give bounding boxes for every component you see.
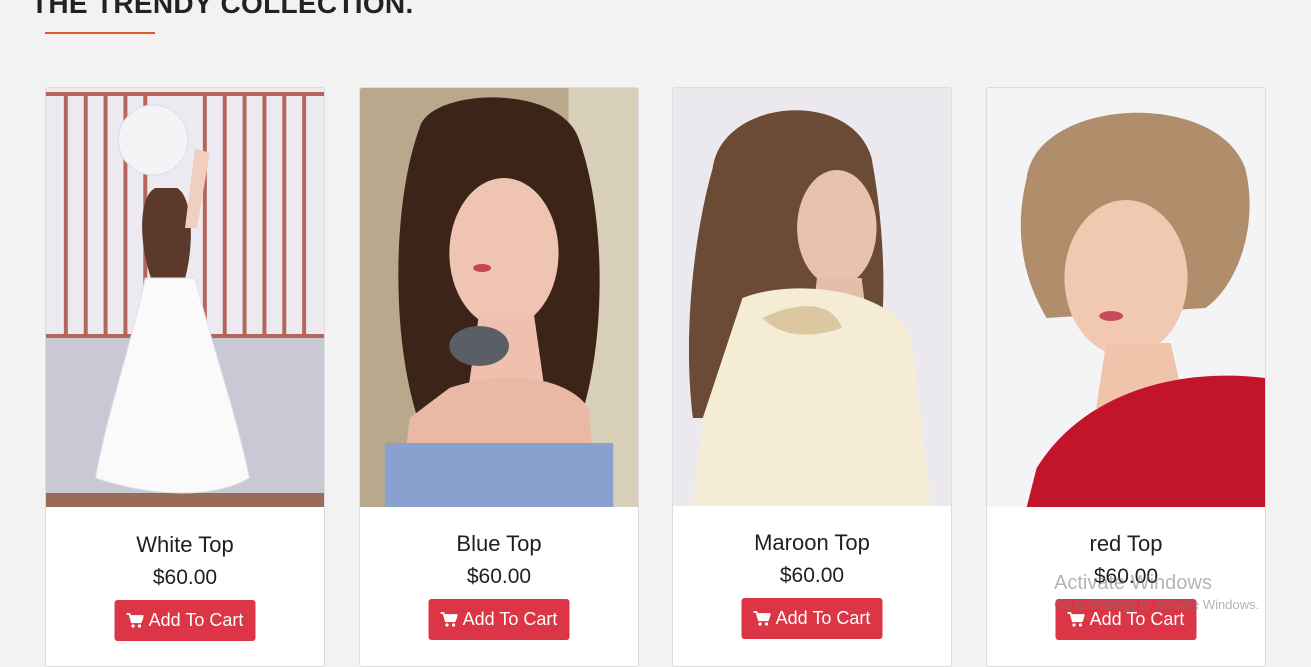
product-name: red Top <box>1089 531 1163 556</box>
add-to-cart-label: Add To Cart <box>148 610 244 630</box>
add-to-cart-button[interactable]: Add To Cart <box>1055 599 1197 640</box>
product-image-maroon-top[interactable] <box>673 88 951 506</box>
add-to-cart-label: Add To Cart <box>462 609 558 629</box>
product-card-red-top: red Top $60.00 Add To Cart <box>986 87 1266 667</box>
product-card-blue-top: Blue Top $60.00 Add To Cart <box>359 87 639 667</box>
shopping-cart-icon <box>1067 612 1085 627</box>
product-image-white-top[interactable] <box>46 88 324 507</box>
product-image-red-top[interactable] <box>987 88 1265 507</box>
product-price: $60.00 <box>1093 565 1159 588</box>
product-price: $60.00 <box>152 566 218 589</box>
product-name: White Top <box>136 532 234 557</box>
add-to-cart-button[interactable]: Add To Cart <box>428 599 570 640</box>
shopping-cart-icon <box>440 612 458 627</box>
product-name: Maroon Top <box>754 530 870 555</box>
shopping-cart-icon <box>126 613 144 628</box>
product-image-blue-top[interactable] <box>360 88 638 507</box>
section-title: THE TRENDY COLLECTION. <box>31 0 414 19</box>
product-price: $60.00 <box>779 564 845 587</box>
add-to-cart-button[interactable]: Add To Cart <box>741 598 883 639</box>
add-to-cart-button[interactable]: Add To Cart <box>114 600 256 641</box>
product-card-maroon-top: Maroon Top $60.00 Add To Cart <box>672 87 952 667</box>
product-price: $60.00 <box>466 565 532 588</box>
product-card-white-top: White Top $60.00 Add To Cart <box>45 87 325 667</box>
add-to-cart-label: Add To Cart <box>1089 609 1185 629</box>
add-to-cart-label: Add To Cart <box>775 608 871 628</box>
shopping-cart-icon <box>753 611 771 626</box>
title-underline <box>45 32 155 34</box>
product-name: Blue Top <box>456 531 542 556</box>
